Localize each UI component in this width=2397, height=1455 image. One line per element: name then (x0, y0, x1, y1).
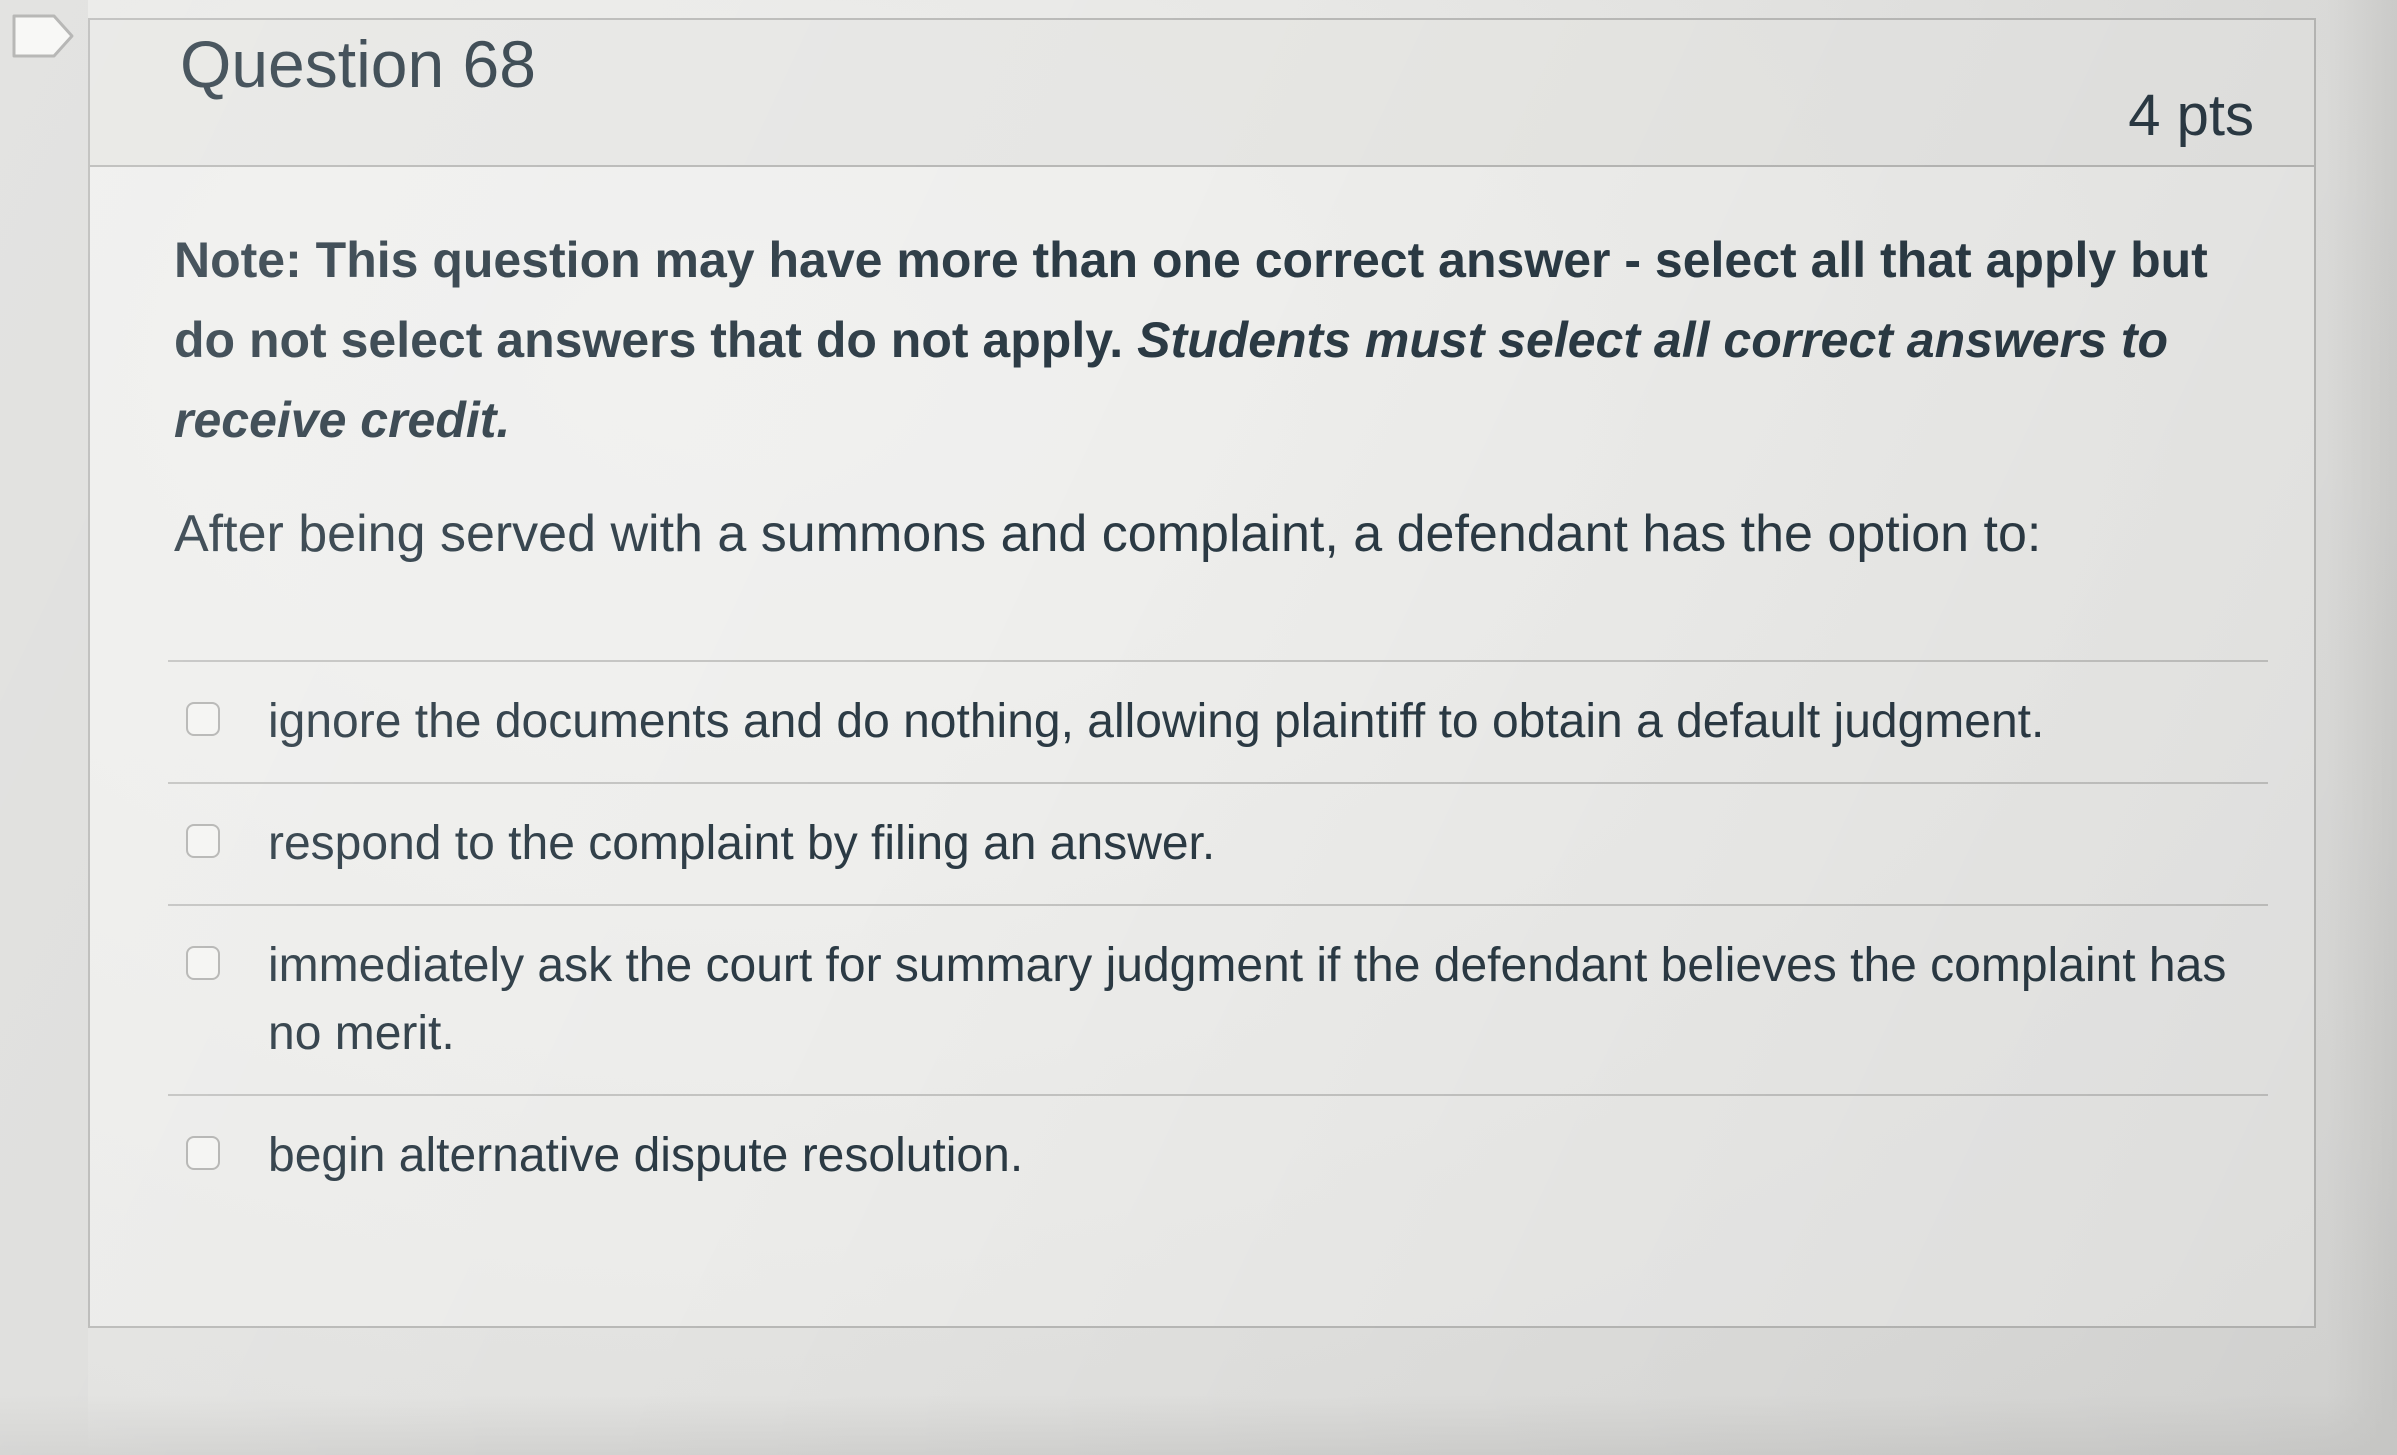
answer-option-2[interactable]: respond to the complaint by filing an an… (168, 784, 2268, 904)
answer-label[interactable]: begin alternative dispute resolution. (268, 1129, 1023, 1182)
answer-option-1[interactable]: ignore the documents and do nothing, all… (168, 662, 2268, 782)
question-card: Question 68 4 pts Note: This question ma… (88, 18, 2316, 1328)
answer-option-3[interactable]: immediately ask the court for summary ju… (168, 906, 2268, 1094)
question-note: Note: This question may have more than o… (174, 220, 2234, 460)
question-header: Question 68 4 pts (90, 20, 2314, 167)
answer-list: ignore the documents and do nothing, all… (168, 660, 2268, 1216)
checkbox-icon[interactable] (186, 702, 220, 736)
checkbox-icon[interactable] (186, 1136, 220, 1170)
left-margin (0, 0, 88, 1455)
question-points: 4 pts (2128, 83, 2254, 148)
answer-label[interactable]: ignore the documents and do nothing, all… (268, 695, 2044, 748)
bottom-edge (0, 1395, 2397, 1455)
right-edge-shadow (2327, 0, 2397, 1455)
checkbox-icon[interactable] (186, 946, 220, 980)
flag-question-icon[interactable] (8, 10, 78, 62)
question-title: Question 68 (180, 27, 536, 101)
answer-option-4[interactable]: begin alternative dispute resolution. (168, 1096, 2268, 1216)
checkbox-icon[interactable] (186, 824, 220, 858)
question-prompt: After being served with a summons and co… (174, 505, 2042, 563)
answer-label[interactable]: immediately ask the court for summary ju… (268, 939, 2226, 1060)
question-text: Note: This question may have more than o… (174, 220, 2234, 570)
answer-label[interactable]: respond to the complaint by filing an an… (268, 817, 1215, 870)
